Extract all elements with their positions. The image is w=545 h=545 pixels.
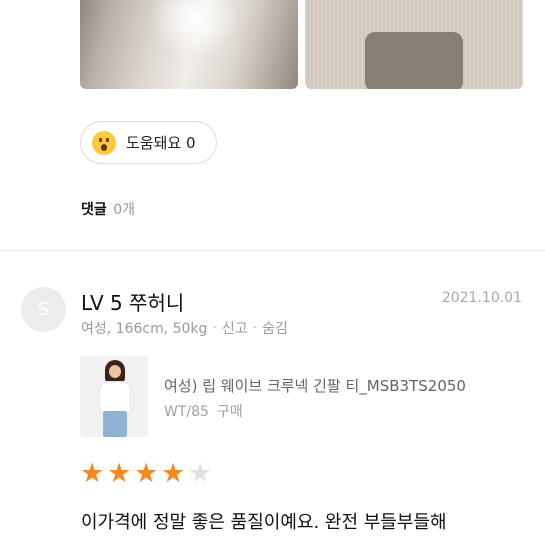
- avatar[interactable]: S: [21, 287, 66, 332]
- reviewer-meta: 여성, 166cm, 50kg · 신고 · 숨김: [81, 318, 288, 338]
- reviewer-name[interactable]: LV 5 쭈허니: [81, 287, 184, 316]
- product-thumbnail[interactable]: [80, 356, 148, 437]
- helpful-label: 도움돼요 0: [126, 134, 196, 152]
- report-link[interactable]: 신고: [222, 318, 248, 338]
- star-filled-icon: ★: [134, 458, 159, 489]
- meta-separator: ·: [252, 320, 258, 336]
- product-name[interactable]: 여성) 립 웨이브 크루넥 긴팔 티_MSB3TS2050: [164, 375, 466, 396]
- review-photo-2[interactable]: [305, 0, 523, 89]
- hide-link[interactable]: 숨김: [262, 318, 288, 338]
- product-option-suffix: 구매: [216, 404, 243, 420]
- review-text: 이가격에 정말 좋은 품질이예요. 완전 부들부들해: [81, 512, 447, 533]
- product-option-value: WT/85: [164, 404, 209, 420]
- rating-stars: ★ ★ ★ ★ ★: [80, 460, 215, 487]
- reviewer-profile: 여성, 166cm, 50kg: [81, 321, 208, 337]
- star-empty-icon: ★: [188, 458, 213, 489]
- product-option: WT/85 구매: [164, 401, 243, 421]
- comments-header: 댓글 0개: [81, 199, 135, 219]
- surprised-face-emoji-icon: [92, 130, 116, 155]
- review-photos: [80, 0, 523, 89]
- star-filled-icon: ★: [161, 458, 186, 489]
- star-filled-icon: ★: [80, 458, 105, 489]
- avatar-letter: S: [37, 299, 50, 320]
- comments-count: 0개: [113, 202, 136, 218]
- meta-separator: ·: [212, 320, 217, 336]
- comments-title: 댓글: [81, 202, 107, 218]
- star-filled-icon: ★: [107, 458, 132, 489]
- review-date: 2021.10.01: [441, 290, 522, 306]
- section-divider: [0, 250, 545, 251]
- review-photo-1[interactable]: [80, 0, 298, 89]
- helpful-button[interactable]: 도움돼요 0: [80, 121, 217, 164]
